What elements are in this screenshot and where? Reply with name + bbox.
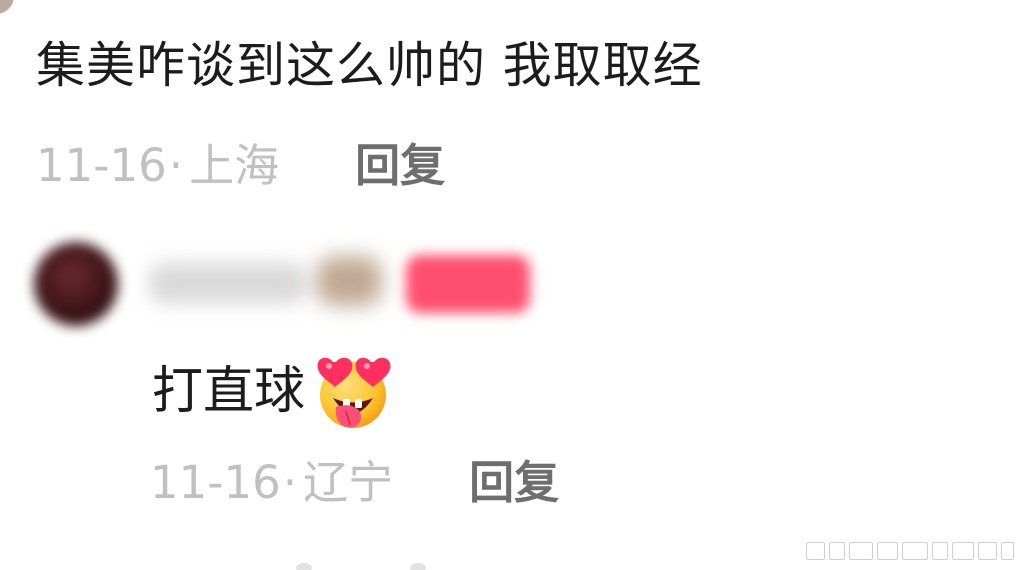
heart-eyes-tongue-emoji-icon [317,357,391,428]
watermark-glyph [828,542,846,560]
watermark-glyph [931,542,949,560]
comment-date: 11-16 [36,139,167,192]
reply-meta-separator: · [282,456,298,509]
reply-text: 打直球 [152,362,306,421]
reply-avatar[interactable] [34,242,118,326]
watermark-glyph [978,542,997,560]
comment-text: 集美咋谈到这么帅的 我取取经 [36,37,703,94]
next-row-hint [410,563,426,570]
reply-meta: 11-16 · 辽宁 回复 [150,453,559,513]
reply-user-emoji-blurred [316,256,382,306]
reply-location: 辽宁 [303,456,394,509]
reply-username-blurred[interactable] [148,262,308,304]
comment-location: 上海 [189,139,280,192]
watermark-glyph [849,542,874,560]
comment-reply-button[interactable]: 回复 [355,136,445,196]
watermark-glyph [806,542,825,560]
reply-content: 打直球 [152,350,395,434]
previous-avatar-edge [0,0,14,14]
author-badge-blurred [406,255,530,313]
watermark-glyph [1000,542,1014,560]
comment-meta-separator: · [168,139,184,192]
watermark-glyph [901,542,928,560]
watermark-glyph [952,542,975,560]
reply-date: 11-16 [150,456,281,509]
weibo-watermark-icon [806,542,1014,560]
comment-meta: 11-16 · 上海 回复 [36,136,445,196]
next-row-hint [296,563,312,570]
watermark-glyph [877,542,898,560]
comment-thread: 集美咋谈到这么帅的 我取取经 11-16 · 上海 回复 打直球 11-16 ·… [0,0,1024,570]
reply-reply-button[interactable]: 回复 [469,453,559,513]
